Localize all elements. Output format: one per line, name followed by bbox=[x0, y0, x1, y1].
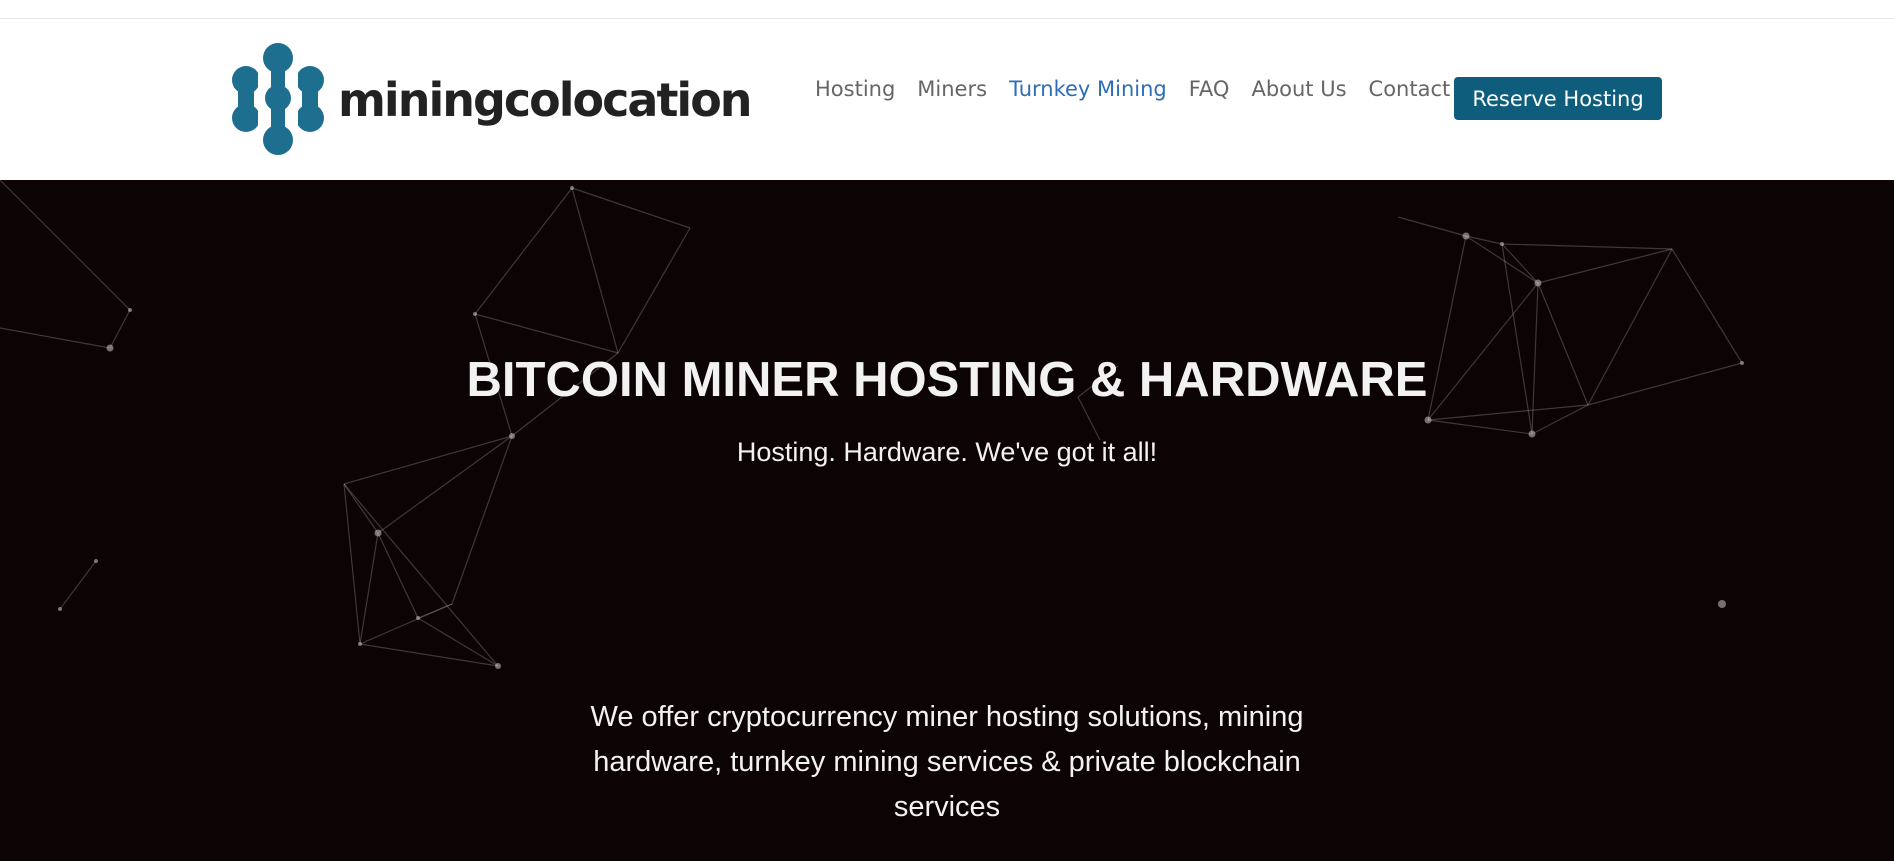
nav-item-faq[interactable]: FAQ bbox=[1189, 77, 1230, 101]
site-logo[interactable]: miningcolocation bbox=[230, 41, 753, 157]
reserve-hosting-button[interactable]: Reserve Hosting bbox=[1454, 77, 1662, 120]
nav-item-turnkey-mining[interactable]: Turnkey Mining bbox=[1009, 77, 1167, 101]
hero-description: We offer cryptocurrency miner hosting so… bbox=[590, 701, 1304, 823]
site-header: miningcolocation Hosting Miners Turnkey Mi… bbox=[0, 19, 1894, 180]
nav-item-miners[interactable]: Miners bbox=[917, 77, 987, 101]
logo-wordmark: miningcolocation bbox=[338, 73, 753, 127]
hero-subtitle: Hosting. Hardware. We've got it all! bbox=[736, 437, 1158, 467]
main-nav: Hosting Miners Turnkey Mining FAQ About Us Co… bbox=[815, 77, 1472, 101]
hero-title: BITCOIN MINER HOSTING & HARDWARE bbox=[466, 353, 1428, 407]
nav-item-contact[interactable]: Contact bbox=[1369, 77, 1451, 101]
top-bar bbox=[0, 0, 1894, 19]
nav-item-hosting[interactable]: Hosting bbox=[815, 77, 895, 101]
hero-section: BITCOIN MINER HOSTING & HARDWARE Hosting… bbox=[0, 180, 1894, 861]
logo-mark-icon bbox=[232, 43, 324, 155]
nav-item-about-us[interactable]: About Us bbox=[1251, 77, 1346, 101]
